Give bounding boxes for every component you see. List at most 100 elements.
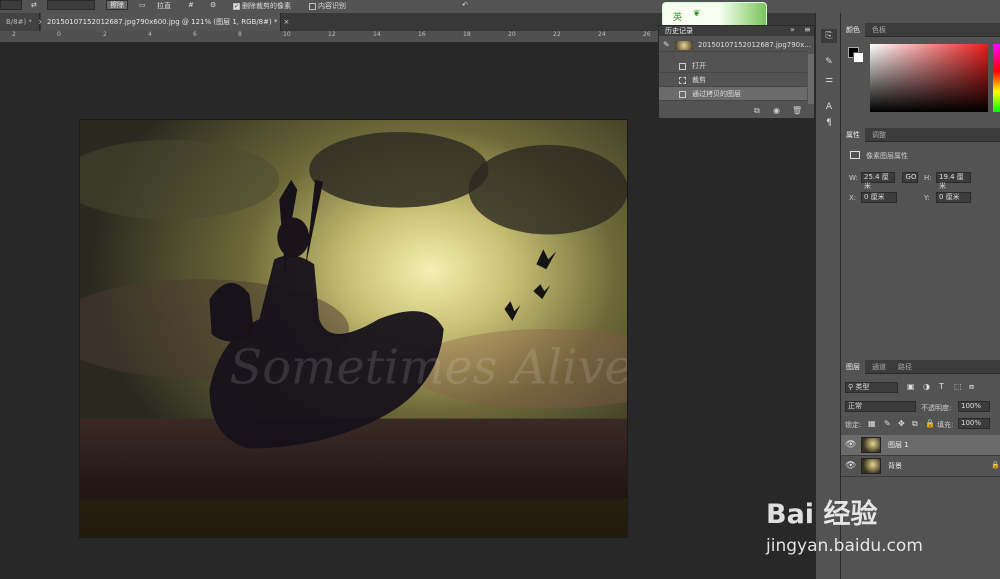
trash-icon[interactable]: 🗑 [792,106,802,115]
y-label: Y: [924,194,930,202]
lock-all-icon[interactable]: 🔒 [925,419,935,428]
snapshot-thumbnail [675,41,693,50]
link-dimensions-button[interactable]: GO [902,172,918,183]
layers-panel-tabs: 图层 通道 路径 [841,360,1000,374]
doc-tab-active[interactable]: 20150107152012687.jpg790x600.jpg @ 121% … [41,13,289,31]
ruler-tick: 12 [328,31,336,38]
reset-icon[interactable]: ↶ [462,1,468,9]
history-item-label: 通过拷贝的图层 [692,90,741,98]
history-snapshot[interactable]: ✎ 20150107152012687.jpg790x... [659,38,811,52]
fill-field[interactable]: 100% [958,418,990,429]
ruler-tick: 8 [238,31,242,38]
filter-adjustment-icon[interactable]: ◑ [923,382,930,391]
eye-icon[interactable]: 👁 [845,440,856,450]
lock-position-icon[interactable]: ✥ [898,419,905,428]
layer-name: 背景 [888,462,902,470]
layer-row[interactable]: 👁 图层 1 [841,435,1000,456]
history-item-label: 裁剪 [692,76,706,84]
doc-tab-previous[interactable]: B/8#) *× [0,13,44,31]
history-item[interactable]: 裁剪 [659,73,807,87]
photo-script-text: Sometimes Alive [229,341,627,396]
ruler-tick: 4 [148,31,152,38]
lock-brush-icon[interactable]: ✎ [884,419,891,428]
layer-filter-select[interactable]: ⚲ 类型 [845,382,898,393]
tab-color[interactable]: 颜色 [841,23,865,37]
straighten-icon[interactable]: ▭ [139,1,146,9]
filter-type-icon[interactable]: T [939,382,944,391]
delete-cropped-label: 删除裁剪的像素 [242,2,291,10]
delete-cropped-checkbox[interactable]: ✓ 删除裁剪的像素 [233,1,291,11]
tab-paths[interactable]: 路径 [893,360,917,374]
ruler-tick: 2 [12,31,16,38]
photo-artwork: Sometimes Alive [80,120,627,537]
fill-label: 填充: [937,421,954,429]
erase-button[interactable]: 擦除 [106,0,128,10]
grid-overlay-icon[interactable]: # [188,1,194,9]
ruler-tick: 18 [463,31,471,38]
history-scrollbar[interactable] [808,54,814,104]
snapshot-label: 20150107152012687.jpg790x... [698,41,811,49]
doc-tab-label: B/8#) * [6,18,32,26]
close-icon[interactable]: × [283,18,289,26]
tab-channels[interactable]: 通道 [867,360,891,374]
hue-slider[interactable] [993,44,1000,112]
x-field[interactable]: 0 厘米 [861,192,897,203]
y-field[interactable]: 0 厘米 [936,192,971,203]
new-document-from-state-icon[interactable]: ⧉ [754,106,760,116]
eye-icon[interactable]: 👁 [845,461,856,471]
layer-name: 图层 1 [888,441,909,449]
swap-icon[interactable]: ⇄ [31,1,37,9]
document-image[interactable]: Sometimes Alive [79,119,628,538]
options-field-left[interactable] [0,0,22,10]
straighten-label[interactable]: 拉直 [157,1,171,11]
content-aware-checkbox[interactable]: 内容识别 [309,1,346,11]
paragraph-icon[interactable]: ¶ [821,116,837,130]
blend-mode-select[interactable]: 正常 [845,401,916,412]
brush-settings-icon[interactable]: ⚌ [821,73,837,87]
filter-smart-object-icon[interactable]: ⧈ [969,382,974,392]
properties-title: 像素图层属性 [866,152,908,160]
height-label: H: [924,174,932,182]
brush-source-icon[interactable]: ✎ [663,38,670,52]
ruler-tick: 0 [57,31,61,38]
x-label: X: [849,194,857,202]
brush-presets-icon[interactable]: ✎ [821,55,837,69]
camera-icon[interactable]: ◉ [773,106,780,115]
tab-swatches[interactable]: 色板 [867,23,891,37]
crop-icon [679,76,686,84]
character-icon[interactable]: A [821,100,837,114]
leaf-icon: ❦ [693,9,701,19]
height-field[interactable]: 19.4 厘米 [936,172,971,190]
layer-row[interactable]: 👁 背景 🔒 [841,456,1000,477]
lock-artboard-icon[interactable]: ⧉ [912,419,918,429]
checkbox-empty-icon [309,2,316,10]
properties-panel-tabs: 属性 调整 [841,128,1000,142]
background-color-swatch[interactable] [853,52,864,63]
ruler-tick: 2 [103,31,107,38]
filter-shape-icon[interactable]: ⬚ [954,382,962,391]
baidu-jingyan-logo: Bai 经验 [766,499,878,530]
ruler-tick: 22 [553,31,561,38]
filter-pixel-icon[interactable]: ▣ [907,382,915,391]
color-panel-tabs: 颜色 色板 [841,23,1000,37]
image-icon [850,151,860,159]
history-item[interactable]: 通过拷贝的图层 [659,87,807,101]
layer-thumbnail [861,437,881,453]
ratio-field[interactable] [47,0,95,10]
history-item[interactable]: 打开 [659,59,807,73]
tab-adjustments[interactable]: 调整 [867,128,891,142]
ruler-tick: 24 [598,31,606,38]
history-panel-icon[interactable]: ⎘ [821,29,837,43]
content-aware-label: 内容识别 [318,2,346,10]
history-item-label: 打开 [692,62,706,70]
opacity-field[interactable]: 100% [958,401,990,412]
gear-icon[interactable]: ⚙ [210,1,216,9]
width-field[interactable]: 25.4 厘米 [861,172,895,190]
color-field[interactable] [870,44,988,112]
tab-layers[interactable]: 图层 [841,360,865,374]
panel-menu-icon[interactable]: ≡ [804,25,811,34]
lock-transparent-icon[interactable]: ▦ [868,419,876,428]
tab-properties[interactable]: 属性 [841,128,865,142]
collapse-icon[interactable]: » [790,25,795,34]
width-label: W: [849,174,858,182]
